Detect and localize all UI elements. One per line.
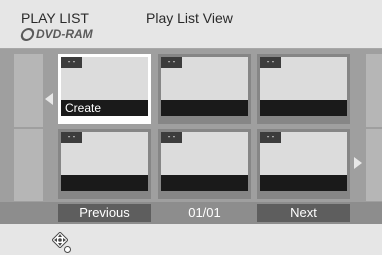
playlist-tile[interactable]: - - [257,129,350,199]
next-button[interactable]: Next [257,204,350,222]
tile-tag: - - [260,132,281,143]
footer-nav: Previous 01/01 Next [0,202,382,224]
tile-tag: - - [161,132,182,143]
playlist-tile-create[interactable]: - - Create [58,54,151,124]
page-title: PLAY LIST [21,10,89,26]
side-panel-right-top [366,54,382,127]
tile-thumbnail: - - [260,57,347,100]
tile-label [161,175,248,191]
view-title: Play List View [146,10,233,26]
playlist-tile[interactable]: - - [58,129,151,199]
ok-button-icon [64,246,71,253]
chevron-left-icon[interactable] [45,93,53,105]
tile-tag: - - [61,57,82,68]
chevron-right-icon[interactable] [354,157,362,169]
tile-tag: - - [161,57,182,68]
playlist-tile[interactable]: - - [257,54,350,124]
media-label: DVD-RAM [19,27,93,41]
playlist-screen: PLAY LIST Play List View DVD-RAM - - Cre… [0,0,382,255]
tile-label [161,100,248,116]
tile-label [61,175,148,191]
tile-thumbnail: - - [161,57,248,100]
media-text: DVD-RAM [36,27,93,41]
tile-thumbnail: - - [161,132,248,175]
tile-tag: - - [61,132,82,143]
side-panel-left-bottom [14,129,43,201]
tile-label [260,175,347,191]
playlist-tile[interactable]: - - [158,54,251,124]
tile-label: Create [61,100,148,116]
page-indicator: 01/01 [188,205,221,220]
tile-thumbnail: - - [61,57,148,100]
tile-tag: - - [260,57,281,68]
disc-icon [19,27,36,41]
tile-label [260,100,347,116]
tile-thumbnail: - - [61,132,148,175]
side-panel-right-bottom [366,129,382,201]
header: PLAY LIST Play List View DVD-RAM [0,0,382,49]
tile-thumbnail: - - [260,132,347,175]
side-panel-left-top [14,54,43,127]
previous-button[interactable]: Previous [58,204,151,222]
playlist-tile[interactable]: - - [158,129,251,199]
